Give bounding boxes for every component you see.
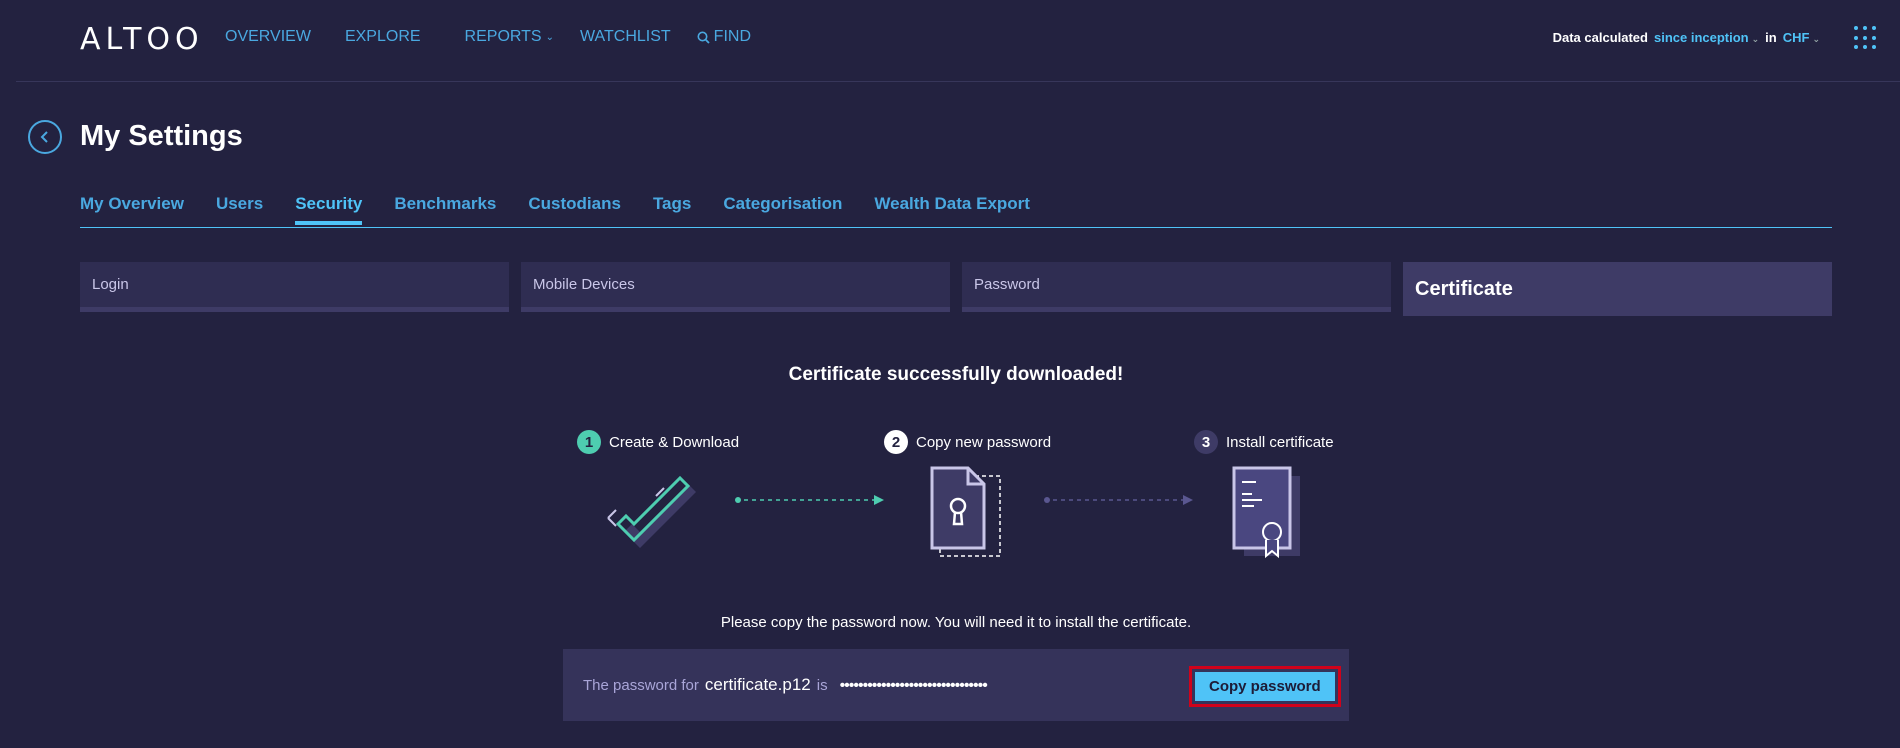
checkmark-icon — [607, 475, 696, 548]
subtab-mobile-devices[interactable]: Mobile Devices — [521, 262, 950, 312]
divider — [16, 81, 1900, 82]
password-line: The password for certificate.p12 is ••••… — [583, 675, 988, 695]
nav-reports-label: REPORTS — [464, 28, 542, 45]
step-1-number: 1 — [577, 430, 601, 454]
tab-my-overview[interactable]: My Overview — [80, 194, 184, 224]
data-calculated-label: Data calculated — [1552, 30, 1648, 45]
nav-watchlist-label: WATCHLIST — [580, 28, 671, 45]
tab-users[interactable]: Users — [216, 194, 263, 224]
currency-value: CHF — [1782, 30, 1810, 45]
step-2: 2 Copy new password — [884, 430, 1051, 454]
nav-reports[interactable]: REPORTS ⌄ — [465, 28, 554, 46]
certificate-filename: certificate.p12 — [704, 675, 811, 694]
currency-selector[interactable]: CHF ⌄ — [1783, 30, 1820, 45]
copy-password-highlight: Copy password — [1189, 666, 1341, 707]
main-nav: OVERVIEW EXPLORE REPORTS ⌄ WATCHLIST FIND — [225, 28, 785, 46]
tab-custodians[interactable]: Custodians — [528, 194, 621, 224]
subtab-password[interactable]: Password — [962, 262, 1391, 312]
altoo-logo[interactable]: ALTOO — [80, 22, 204, 57]
tab-security[interactable]: Security — [295, 194, 363, 225]
step-3-label: Install certificate — [1226, 433, 1334, 451]
step-3: 3 Install certificate — [1194, 430, 1334, 454]
password-panel: The password for certificate.p12 is ••••… — [563, 649, 1349, 721]
masked-password: •••••••••••••••••••••••••••••••• — [839, 677, 988, 694]
password-document-icon — [930, 466, 1001, 557]
chevron-down-icon: ⌄ — [1751, 34, 1760, 44]
step-1-label: Create & Download — [609, 433, 740, 451]
arrow-right-icon — [735, 495, 884, 505]
chevron-left-icon — [40, 131, 48, 143]
tab-tags[interactable]: Tags — [653, 194, 691, 224]
security-subtabs: Login Mobile Devices Password Certificat… — [80, 262, 1832, 316]
period-selector[interactable]: since inception ⌄ — [1654, 30, 1759, 45]
step-1: 1 Create & Download — [577, 430, 739, 454]
nav-overview[interactable]: OVERVIEW — [225, 28, 311, 46]
nav-watchlist[interactable]: WATCHLIST — [580, 28, 671, 46]
subtab-login[interactable]: Login — [80, 262, 509, 312]
nav-explore[interactable]: EXPLORE — [345, 28, 421, 46]
in-label: in — [1765, 30, 1777, 45]
apps-grid-icon[interactable] — [1854, 26, 1878, 50]
step-3-number: 3 — [1194, 430, 1218, 454]
chevron-down-icon: ⌄ — [545, 31, 554, 43]
settings-tabs: My Overview Users Security Benchmarks Cu… — [80, 194, 1062, 225]
top-navigation-bar: ALTOO OVERVIEW EXPLORE REPORTS ⌄ WATCHLIS… — [0, 0, 1900, 76]
nav-explore-label: EXPLORE — [344, 28, 421, 45]
subtab-certificate[interactable]: Certificate — [1403, 262, 1832, 316]
data-calculation-settings: Data calculated since inception ⌄ in CHF ⌄ — [1553, 30, 1820, 45]
nav-overview-label: OVERVIEW — [225, 28, 311, 45]
period-value: since inception — [1653, 30, 1749, 45]
success-message: Certificate successfully downloaded! — [788, 364, 1124, 385]
step-2-number: 2 — [884, 430, 908, 454]
step-2-label: Copy new password — [916, 433, 1052, 451]
arrow-right-icon — [1044, 495, 1193, 505]
search-icon — [697, 31, 710, 44]
instruction-text: Please copy the password now. You will n… — [720, 614, 1192, 631]
tabs-divider — [80, 227, 1832, 228]
page-title: My Settings — [80, 120, 243, 152]
copy-password-button[interactable]: Copy password — [1195, 672, 1335, 701]
password-prefix: The password for — [583, 677, 699, 694]
nav-find-label: FIND — [713, 28, 751, 45]
back-button[interactable] — [28, 120, 62, 154]
certificate-icon — [1232, 466, 1300, 559]
tab-benchmarks[interactable]: Benchmarks — [394, 194, 496, 224]
chevron-down-icon: ⌄ — [1812, 34, 1820, 44]
tab-categorisation[interactable]: Categorisation — [723, 194, 842, 224]
tab-wealth-data-export[interactable]: Wealth Data Export — [874, 194, 1030, 224]
nav-find[interactable]: FIND — [697, 28, 751, 46]
password-is-label: is — [816, 677, 828, 694]
